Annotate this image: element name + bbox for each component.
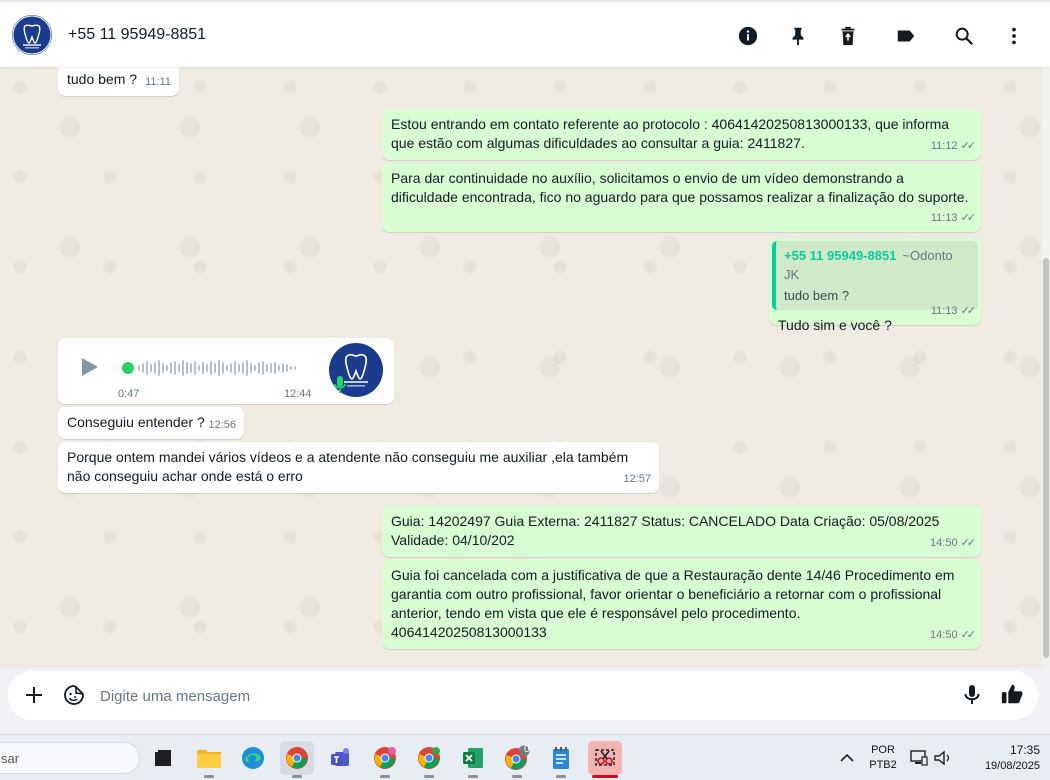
pin-icon[interactable] [786, 24, 810, 48]
app-running-indicator [204, 775, 214, 778]
message-time: 11:13 [930, 305, 958, 317]
edge-browser-icon[interactable] [236, 741, 270, 775]
quoted-author: +55 11 95949-8851 [784, 248, 897, 263]
message-time: 12:44 [284, 388, 312, 400]
message-meta: 11:13 ✓✓ [930, 302, 977, 321]
message-time: 11:12 [930, 140, 958, 152]
app-running-indicator [556, 775, 566, 778]
more-vertical-icon[interactable] [1002, 24, 1026, 48]
app-running-indicator [512, 775, 522, 778]
info-icon[interactable] [736, 24, 760, 48]
message-text: Conseguiu entender ? [67, 414, 205, 430]
message-time: 14:50 [930, 629, 958, 641]
message-time: 11:13 [930, 212, 958, 224]
message-meta: 14:50 ✓✓ [930, 626, 977, 645]
message-text: tudo bem ? [67, 71, 138, 87]
audio-duration: 0:47 [118, 388, 140, 400]
notepad-icon[interactable] [544, 741, 578, 778]
message-text: Para dar continuidade no auxílio, solici… [391, 170, 969, 205]
message-input[interactable] [100, 685, 930, 707]
chat-scroll-thumb[interactable] [1043, 258, 1049, 658]
taskbar-search[interactable]: sar [0, 742, 140, 774]
message-meta: 11:13 ✓✓ [930, 209, 977, 228]
chrome-profile-icon[interactable] [280, 741, 314, 778]
message-time: 12:57 [623, 473, 651, 485]
quoted-message[interactable]: +55 11 95949-8851 ~Odonto JK tudo bem ? [772, 241, 978, 310]
search-icon[interactable] [952, 24, 976, 48]
composer [8, 671, 1038, 720]
chrome-profile-icon[interactable] [368, 741, 402, 778]
chrome-profile-icon[interactable]: 0 [500, 741, 534, 778]
message-time: 12:56 [208, 419, 236, 431]
message-outgoing[interactable]: Guia foi cancelada com a justificativa d… [382, 560, 981, 649]
thumbs-up-icon[interactable] [1000, 682, 1024, 706]
read-receipt-icon: ✓✓ [960, 629, 977, 641]
message-incoming[interactable]: Porque ontem mandei vários vídeos e a at… [58, 442, 659, 493]
chat-header: +55 11 95949-8851 [0, 0, 1050, 67]
plus-icon[interactable] [22, 683, 46, 707]
contact-avatar[interactable] [12, 15, 52, 55]
app-active-indicator [592, 775, 618, 778]
windows-taskbar: sar 0 POR PTB2 17:35 19/08/2025 [0, 734, 1050, 780]
profile-badge-count: 0 [524, 744, 530, 755]
app-running-indicator [424, 775, 434, 778]
app-running-indicator [292, 775, 302, 778]
chrome-profile-icon[interactable] [412, 741, 446, 778]
microphone-badge-icon [333, 375, 347, 395]
read-receipt-icon: ✓✓ [960, 537, 977, 549]
audio-waveform[interactable] [138, 358, 302, 378]
message-outgoing-reply[interactable]: +55 11 95949-8851 ~Odonto JK tudo bem ? T… [769, 238, 981, 333]
message-text: Guia foi cancelada com a justificativa d… [391, 567, 955, 640]
message-incoming[interactable]: Conseguiu entender ? 12:56 [58, 407, 244, 439]
message-outgoing[interactable]: Estou entrando em contato referente ao p… [382, 109, 981, 160]
message-time: 14:50 [930, 537, 958, 549]
teams-icon[interactable] [324, 741, 358, 775]
read-receipt-icon: ✓✓ [960, 140, 977, 152]
message-text: Guia: 14202497 Guia Externa: 2411827 Sta… [391, 513, 940, 548]
volume-icon[interactable] [926, 741, 960, 775]
message-text: Estou entrando em contato referente ao p… [391, 116, 950, 151]
message-incoming[interactable]: tudo bem ? 11:11 [58, 64, 179, 96]
app-running-indicator [380, 775, 390, 778]
message-meta: 11:12 ✓✓ [930, 137, 977, 156]
play-icon[interactable] [78, 356, 100, 378]
message-time: 11:11 [145, 76, 171, 88]
input-language[interactable]: POR PTB2 [866, 744, 900, 771]
label-icon[interactable] [894, 24, 918, 48]
message-text: Porque ontem mandei vários vídeos e a at… [67, 449, 629, 484]
excel-icon[interactable] [456, 741, 490, 778]
audio-progress-handle[interactable] [122, 362, 134, 374]
read-receipt-icon: ✓✓ [960, 305, 977, 317]
read-receipt-icon: ✓✓ [960, 212, 977, 224]
app-running-indicator [468, 775, 478, 778]
delete-icon[interactable] [836, 24, 860, 48]
snipping-tool-icon[interactable] [588, 741, 622, 778]
file-explorer-icon[interactable] [192, 741, 226, 778]
message-outgoing[interactable]: Para dar continuidade no auxílio, solici… [382, 163, 981, 232]
audio-message[interactable]: 0:47 12:44 [58, 338, 394, 404]
task-view-icon[interactable] [146, 741, 180, 775]
message-outgoing[interactable]: Guia: 14202497 Guia Externa: 2411827 Sta… [382, 506, 981, 557]
system-clock[interactable]: 17:35 19/08/2025 [962, 743, 1040, 772]
contact-name[interactable]: +55 11 95949-8851 [68, 26, 206, 44]
sticker-icon[interactable] [62, 683, 86, 707]
microphone-icon[interactable] [960, 683, 984, 707]
message-meta: 14:50 ✓✓ [930, 534, 977, 553]
chevron-up-icon[interactable] [830, 741, 864, 775]
